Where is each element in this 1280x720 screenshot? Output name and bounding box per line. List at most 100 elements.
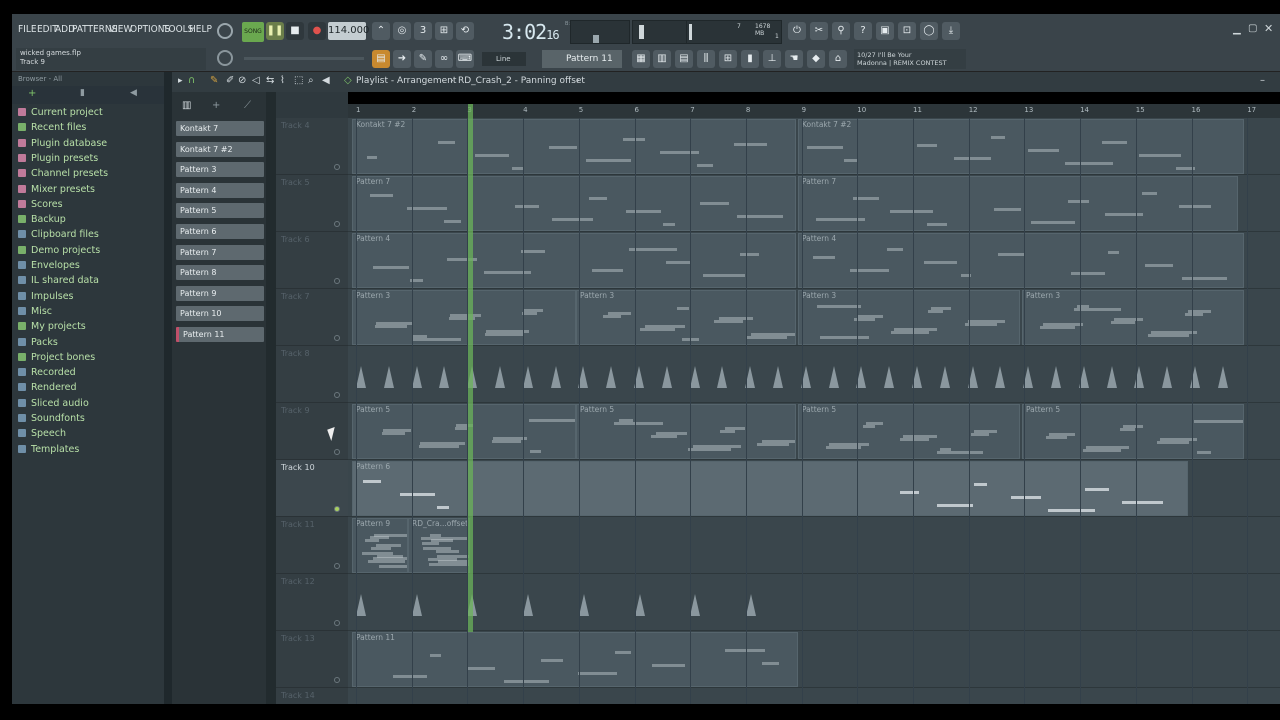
browser-item[interactable]: Speech <box>18 427 66 441</box>
delete-icon[interactable]: ⊘ <box>238 75 246 86</box>
browser-item[interactable]: Sliced audio <box>18 397 89 411</box>
track-led-icon[interactable] <box>334 164 340 170</box>
menu-view[interactable]: VIEW <box>109 24 132 35</box>
metronome-icon[interactable]: ⌃ <box>372 22 390 40</box>
browser-item[interactable]: Current project <box>18 106 103 120</box>
typing-keyboard-icon[interactable]: ⌨ <box>456 50 474 68</box>
browser-item[interactable]: IL shared data <box>18 274 99 288</box>
track-lane[interactable] <box>348 517 1280 574</box>
browser-item[interactable]: Backup <box>18 213 66 227</box>
track-header[interactable]: Track 5 <box>276 175 348 232</box>
countdown-icon[interactable]: 3 <box>414 22 432 40</box>
browser-item[interactable]: Misc <box>18 305 52 319</box>
news-panel[interactable]: 10/27 I'll Be Your Madonna | REMIX CONTE… <box>854 49 966 69</box>
track-header[interactable]: Track 9 <box>276 403 348 460</box>
pattern-item[interactable]: Pattern 6 <box>176 224 264 239</box>
master-volume-knob[interactable] <box>217 23 233 39</box>
pattern-clip[interactable]: Kontakt 7 #2 <box>352 119 796 174</box>
plugin-manager-icon[interactable]: ⊥ <box>763 50 781 68</box>
playlist-play-icon[interactable]: ◇ <box>344 75 352 86</box>
browser-item[interactable]: Channel presets <box>18 167 108 181</box>
mute-icon[interactable]: ◁ <box>252 75 260 86</box>
browser-item[interactable]: Plugin database <box>18 137 107 151</box>
pattern-clip[interactable]: Pattern 5 <box>1022 404 1244 459</box>
pattern-item[interactable]: Kontakt 7 #2 <box>176 141 264 157</box>
plugin-picker-icon[interactable]: ⊞ <box>719 50 737 68</box>
pattern-clip[interactable]: RD_Cra...offset <box>408 518 470 573</box>
paint-icon[interactable]: ✐ <box>226 75 234 86</box>
track-header[interactable]: Track 13 <box>276 631 348 688</box>
zoom-icon[interactable]: ⌕ <box>308 75 314 86</box>
select-icon[interactable]: ⬚ <box>294 75 303 86</box>
browser-item[interactable]: Scores <box>18 198 63 212</box>
mixer-icon[interactable]: ⫼ <box>697 50 715 68</box>
link-icon[interactable]: ∞ <box>435 50 453 68</box>
browser-item[interactable]: Clipboard files <box>18 228 99 242</box>
browser-item[interactable]: Impulses <box>18 290 74 304</box>
track-led-icon[interactable] <box>334 392 340 398</box>
step-edit-icon[interactable]: ⊞ <box>435 22 453 40</box>
playback-icon[interactable]: ◀ <box>322 75 330 86</box>
save-icon[interactable]: ▣ <box>876 22 894 40</box>
browser-item[interactable]: Envelopes <box>18 259 80 273</box>
browser-item[interactable]: My projects <box>18 320 86 334</box>
pattern-item[interactable]: Pattern 10 <box>176 306 264 322</box>
minimize-icon[interactable]: ▁ <box>1233 24 1241 35</box>
browser-item[interactable]: Recent files <box>18 121 86 135</box>
pattern-clip[interactable]: Pattern 3 <box>352 290 576 345</box>
browser-back-icon[interactable]: ◀ <box>130 88 137 98</box>
track-led-icon[interactable] <box>334 506 340 512</box>
record-button[interactable]: ● <box>308 22 326 40</box>
chat-icon[interactable]: ◯ <box>920 22 938 40</box>
track-led-icon[interactable] <box>334 563 340 569</box>
pattern-clip[interactable]: Pattern 5 <box>352 404 576 459</box>
channel-rack-icon[interactable]: ▤ <box>675 50 693 68</box>
song-mode-toggle[interactable]: SONG <box>242 22 264 42</box>
online-icon[interactable]: ⏻ <box>788 22 806 40</box>
browser-item[interactable]: Plugin presets <box>18 152 98 166</box>
playhead[interactable] <box>468 104 473 632</box>
pattern-clip[interactable]: Pattern 5 <box>798 404 1020 459</box>
stop-button[interactable]: ■ <box>286 22 304 40</box>
pattern-song-icon[interactable]: ▤ <box>372 50 390 68</box>
position-slider[interactable] <box>244 57 364 60</box>
pattern-scrollbar[interactable] <box>266 92 276 704</box>
loop-record-icon[interactable]: ⟲ <box>456 22 474 40</box>
track-header[interactable]: Track 4 <box>276 118 348 175</box>
pattern-item[interactable]: Pattern 4 <box>176 182 264 198</box>
playlist-grid[interactable]: 1234567891011121314151617 Kontakt 7 #2Ko… <box>348 104 1280 704</box>
pattern-clip[interactable]: Pattern 6 <box>352 461 1188 516</box>
track-lane[interactable] <box>348 688 1280 704</box>
pattern-item[interactable]: Pattern 8 <box>176 265 264 281</box>
pattern-clip[interactable]: Pattern 9 <box>352 518 408 573</box>
tempo-display[interactable]: 114.000 <box>328 22 369 40</box>
play-mode-icon[interactable]: ➜ <box>393 50 411 68</box>
help-icon[interactable]: ? <box>854 22 872 40</box>
pattern-clip[interactable]: Pattern 7 <box>798 176 1238 231</box>
browser-item[interactable]: Packs <box>18 336 58 350</box>
track-header[interactable]: Track 11 <box>276 517 348 574</box>
maximize-icon[interactable]: ▢ <box>1248 23 1257 34</box>
pattern-clip[interactable]: Pattern 5 <box>576 404 796 459</box>
pattern-clip[interactable]: Pattern 4 <box>352 233 796 288</box>
snap-selector[interactable]: Line <box>482 52 526 66</box>
draw-mode-icon[interactable]: ✎ <box>414 50 432 68</box>
tag-icon[interactable]: ◆ <box>807 50 825 68</box>
menu-file[interactable]: FILE <box>18 24 37 35</box>
slip-icon[interactable]: ⇆ <box>266 75 274 86</box>
browser-item[interactable]: Project bones <box>18 351 95 365</box>
pattern-selector[interactable]: Pattern 11 <box>542 50 622 68</box>
browser-item[interactable]: Rendered <box>18 381 77 395</box>
browser-folder-icon[interactable]: ▮ <box>80 88 85 98</box>
playlist-menu-icon[interactable]: – <box>1260 75 1265 86</box>
close-icon[interactable]: ✕ <box>1264 22 1273 35</box>
track-led-icon[interactable] <box>334 620 340 626</box>
pattern-clip[interactable]: Pattern 3 <box>576 290 796 345</box>
track-header[interactable]: Track 8 <box>276 346 348 403</box>
pattern-grid-icon[interactable]: ▥ <box>182 100 191 111</box>
track-header[interactable]: Track 10 <box>276 460 348 517</box>
pattern-clip[interactable]: Pattern 3 <box>1022 290 1244 345</box>
track-led-icon[interactable] <box>334 278 340 284</box>
pattern-clip[interactable]: Pattern 3 <box>798 290 1020 345</box>
browser-item[interactable]: Recorded <box>18 366 76 380</box>
